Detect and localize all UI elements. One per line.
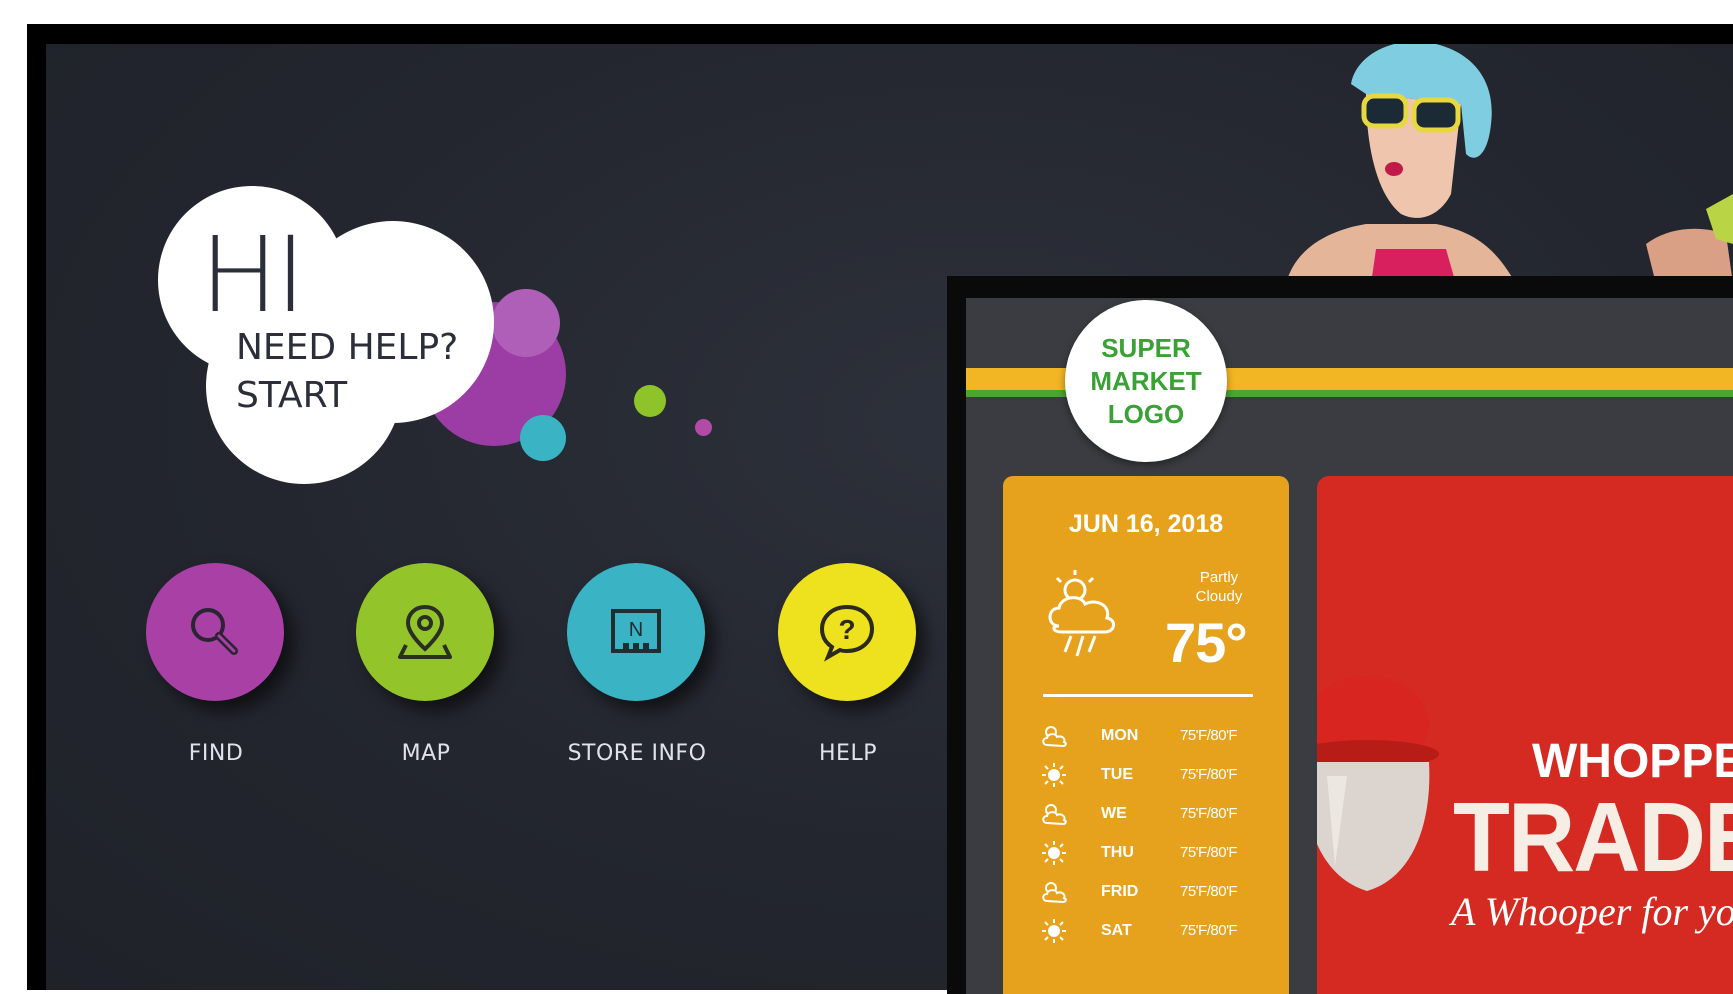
forecast-day: TUE (1101, 766, 1133, 783)
sun-icon (1042, 919, 1066, 943)
fashion-model-photo (1286, 44, 1733, 284)
forecast-row: SAT 75'F/80'F (1039, 916, 1279, 946)
forecast-range: 75'F/80'F (1180, 805, 1238, 822)
forecast-range: 75'F/80'F (1180, 883, 1238, 900)
search-icon (191, 608, 238, 655)
logo-line-1: SUPER (1101, 332, 1191, 363)
forecast-row: WE 75'F/80'F (1039, 799, 1279, 829)
greeting-subtitle[interactable]: NEED HELP? START (236, 324, 458, 420)
forecast-row: MON 75'F/80'F (1039, 721, 1279, 751)
forecast-range: 75'F/80'F (1180, 766, 1238, 783)
find-circle[interactable] (146, 563, 284, 701)
weather-panel: JUN 16, 2018 Partly Cloudy 75° MON 75'F/… (1003, 476, 1289, 994)
promo-banner[interactable]: WHOPPE TRADE- A Whooper for your (1317, 476, 1733, 994)
rain-cloud-icon (1048, 570, 1115, 657)
forecast-row: TUE 75'F/80'F (1039, 760, 1279, 790)
cloud-sun-icon (1042, 882, 1067, 904)
map-label: MAP (401, 741, 451, 766)
greeting-line-2: START (236, 375, 348, 416)
promo-tagline: A Whooper for your (1451, 889, 1733, 934)
forecast-row: THU 75'F/80'F (1039, 838, 1279, 868)
map-circle[interactable] (356, 563, 494, 701)
bubble-magenta-dot (695, 419, 712, 436)
weather-divider (1043, 694, 1253, 697)
find-label: FIND (188, 741, 244, 766)
food-container-image (1317, 676, 1439, 891)
promo-title: TRADE- (1453, 782, 1733, 892)
forecast-range: 75'F/80'F (1180, 922, 1238, 939)
forecast-day: MON (1101, 727, 1139, 744)
store-directory-icon: N (611, 609, 661, 653)
forecast-range: 75'F/80'F (1180, 844, 1238, 861)
weather-date: JUN 16, 2018 (1068, 510, 1224, 538)
forecast-range: 75'F/80'F (1180, 727, 1238, 744)
svg-text:N: N (629, 619, 643, 641)
forecast-day: THU (1101, 844, 1134, 861)
forecast-day: SAT (1101, 922, 1132, 939)
forecast-day: WE (1101, 805, 1127, 822)
clock-icon (1103, 976, 1203, 994)
forecast-day: FRID (1101, 883, 1139, 900)
condition-line-2: Cloudy (1195, 588, 1243, 605)
greeting-line-1: NEED HELP? (236, 327, 459, 368)
weather-condition: Partly Cloudy (1183, 568, 1255, 606)
logo-line-3: LOGO (1107, 398, 1185, 429)
store-info-button[interactable]: N STORE INFO (567, 563, 707, 766)
help-button[interactable]: ? HELP (778, 563, 918, 766)
help-label: HELP (819, 741, 877, 766)
cloud-sun-icon (1042, 804, 1067, 826)
signage-screen: SUPER MARKET LOGO JUN 16, 2018 Partly Cl… (966, 298, 1733, 994)
store-info-circle[interactable]: N (567, 563, 705, 701)
svg-text:?: ? (838, 614, 855, 645)
bubble-teal (520, 415, 566, 461)
sun-icon (1042, 841, 1066, 865)
bubble-purple-small (492, 289, 560, 357)
supermarket-logo: SUPER MARKET LOGO (1065, 300, 1227, 462)
store-info-label: STORE INFO (567, 741, 707, 766)
condition-line-1: Partly (1199, 569, 1239, 586)
question-bubble-icon: ? (819, 604, 875, 662)
map-pin-icon (398, 604, 452, 659)
cloud-sun-icon (1042, 726, 1067, 748)
map-button[interactable]: MAP (356, 563, 496, 766)
forecast-row: FRID 75'F/80'F (1039, 877, 1279, 907)
bubble-green (634, 385, 666, 417)
greeting-hi: HI (200, 214, 306, 336)
help-circle[interactable]: ? (778, 563, 916, 701)
logo-line-2: MARKET (1090, 365, 1202, 396)
sun-icon (1042, 763, 1066, 787)
find-button[interactable]: FIND (146, 563, 286, 766)
weather-temperature: 75° (1165, 611, 1248, 674)
